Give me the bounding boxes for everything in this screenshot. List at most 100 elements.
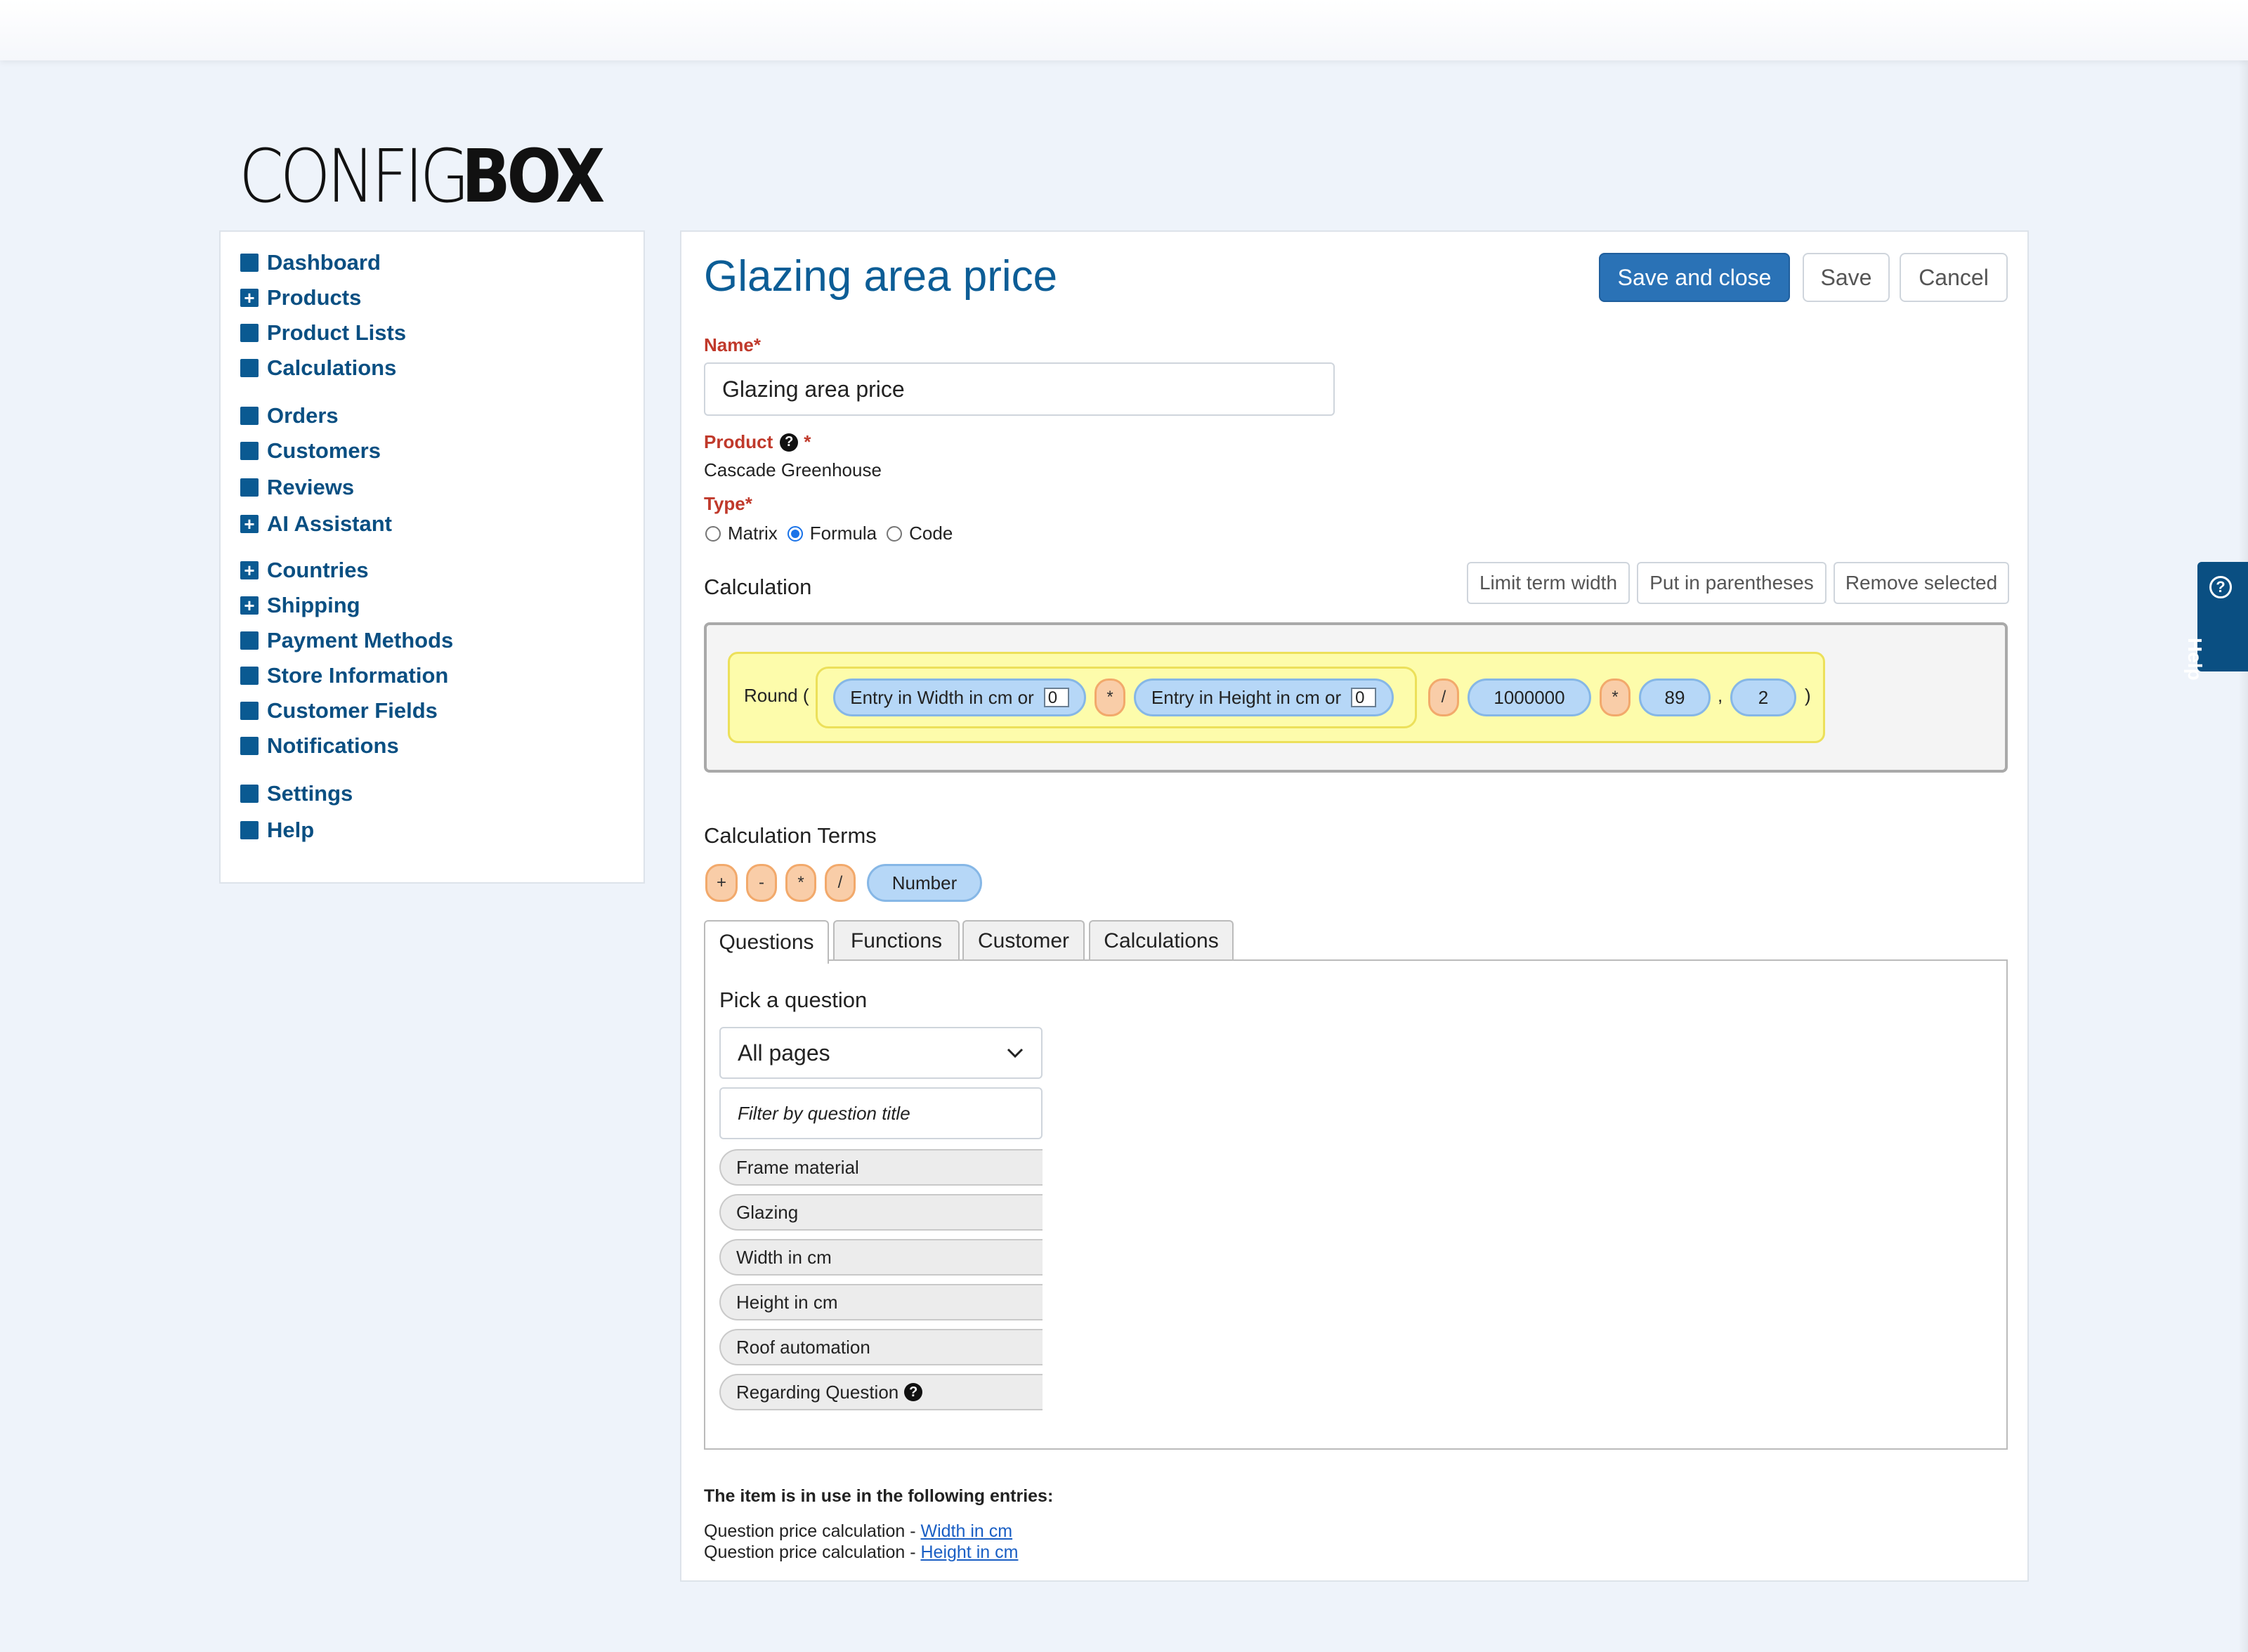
question-item-height[interactable]: Height in cm xyxy=(719,1284,1043,1320)
radio-formula[interactable] xyxy=(787,525,803,542)
logo-part-box: BOX xyxy=(462,133,605,219)
question-item-width[interactable]: Width in cm xyxy=(719,1239,1043,1276)
page-title: Glazing area price xyxy=(704,252,1058,301)
square-icon xyxy=(240,702,259,720)
sidebar-item-store-information[interactable]: Store Information xyxy=(240,660,448,691)
sidebar-item-countries[interactable]: + Countries xyxy=(240,555,369,586)
usage-entry: Question price calculation - Height in c… xyxy=(704,1542,1018,1563)
term-entry-width-default-input[interactable]: 0 xyxy=(1043,688,1069,707)
pick-question-heading: Pick a question xyxy=(719,988,868,1012)
sidebar-item-payment-methods[interactable]: Payment Methods xyxy=(240,625,453,656)
sidebar-item-reviews[interactable]: Reviews xyxy=(240,472,354,503)
sidebar: Dashboard + Products Product Lists Calcul… xyxy=(219,230,645,884)
save-button[interactable]: Save xyxy=(1803,253,1890,302)
round-close-label: ) xyxy=(1805,685,1811,706)
operator-divide[interactable]: / xyxy=(1428,678,1459,716)
usage-entry: Question price calculation - Width in cm xyxy=(704,1521,1012,1542)
question-item-frame-material[interactable]: Frame material xyxy=(719,1149,1043,1186)
usage-link-width[interactable]: Width in cm xyxy=(920,1521,1012,1541)
sidebar-item-label: Countries xyxy=(267,558,369,582)
sidebar-item-shipping[interactable]: + Shipping xyxy=(240,590,360,621)
required-mark: * xyxy=(753,334,761,355)
operator-multiply-2[interactable]: * xyxy=(1600,678,1631,716)
square-icon xyxy=(240,821,259,839)
sidebar-item-settings[interactable]: Settings xyxy=(240,778,353,809)
usage-link-height[interactable]: Height in cm xyxy=(920,1542,1018,1562)
term-number-89[interactable]: 89 xyxy=(1639,678,1711,716)
question-item-glazing[interactable]: Glazing xyxy=(719,1194,1043,1231)
sidebar-item-notifications[interactable]: Notifications xyxy=(240,730,399,761)
type-label: Type* xyxy=(704,493,752,515)
term-operator-divide[interactable]: / xyxy=(825,864,856,902)
put-in-parentheses-button[interactable]: Put in parentheses xyxy=(1637,562,1826,604)
term-entry-width[interactable]: Entry in Width in cm or 0 xyxy=(833,678,1086,716)
operator-multiply[interactable]: * xyxy=(1094,678,1125,716)
square-icon xyxy=(240,442,259,460)
calculation-editor[interactable]: Round ( Entry in Width in cm or 0 * Entry… xyxy=(704,622,2008,773)
sidebar-item-dashboard[interactable]: Dashboard xyxy=(240,247,381,278)
sidebar-item-label: AI Assistant xyxy=(267,511,393,536)
radio-matrix-label: Matrix xyxy=(728,523,778,544)
multiply-group-term[interactable]: Entry in Width in cm or 0 * Entry in Heig… xyxy=(816,667,1417,728)
term-number-2[interactable]: 2 xyxy=(1730,678,1796,716)
term-entry-height[interactable]: Entry in Height in cm or 0 xyxy=(1134,678,1394,716)
term-number[interactable]: Number xyxy=(867,864,982,902)
tab-questions[interactable]: Questions xyxy=(704,920,829,964)
help-side-tab[interactable]: ? Help xyxy=(2184,562,2248,681)
radio-matrix[interactable] xyxy=(705,525,721,542)
round-function-term[interactable]: Round ( Entry in Width in cm or 0 * Entry… xyxy=(728,652,1825,743)
question-item-roof-automation[interactable]: Roof automation xyxy=(719,1329,1043,1365)
square-icon xyxy=(240,324,259,342)
square-icon xyxy=(240,737,259,755)
tab-functions[interactable]: Functions xyxy=(833,920,960,961)
page-select[interactable]: All pages xyxy=(719,1027,1043,1079)
remove-selected-button[interactable]: Remove selected xyxy=(1834,562,2009,604)
tab-calculations[interactable]: Calculations xyxy=(1089,920,1234,961)
type-label-text: Type xyxy=(704,493,745,514)
product-label-text: Product xyxy=(704,431,773,452)
term-operator-minus[interactable]: - xyxy=(746,864,777,902)
sidebar-item-label: Products xyxy=(267,285,362,310)
save-and-close-button[interactable]: Save and close xyxy=(1599,253,1790,302)
sidebar-item-label: Payment Methods xyxy=(267,628,454,653)
question-circle-icon[interactable]: ? xyxy=(904,1383,923,1401)
sidebar-item-help[interactable]: Help xyxy=(240,815,314,846)
question-item-regarding-question[interactable]: Regarding Question ? xyxy=(719,1374,1043,1410)
question-circle-icon[interactable]: ? xyxy=(780,433,799,452)
limit-term-width-button[interactable]: Limit term width xyxy=(1467,562,1630,604)
calculation-label: Calculation xyxy=(704,575,812,599)
sidebar-item-customer-fields[interactable]: Customer Fields xyxy=(240,695,438,726)
square-icon xyxy=(240,631,259,650)
page-select-value: All pages xyxy=(738,1040,830,1066)
sidebar-item-label: Help xyxy=(267,818,315,842)
term-number-1000000[interactable]: 1000000 xyxy=(1468,678,1591,716)
sidebar-item-label: Reviews xyxy=(267,475,355,499)
sidebar-item-customers[interactable]: Customers xyxy=(240,435,381,466)
square-icon xyxy=(240,254,259,272)
product-value: Cascade Greenhouse xyxy=(704,459,882,480)
sidebar-item-ai-assistant[interactable]: + AI Assistant xyxy=(240,509,392,539)
calculation-terms-label: Calculation Terms xyxy=(704,823,877,848)
radio-code[interactable] xyxy=(887,525,903,542)
sidebar-item-label: Customer Fields xyxy=(267,698,438,723)
comma-separator: , xyxy=(1718,685,1723,706)
cancel-button[interactable]: Cancel xyxy=(1900,253,2008,302)
term-entry-height-default-input[interactable]: 0 xyxy=(1351,688,1377,707)
sidebar-item-products[interactable]: + Products xyxy=(240,282,361,313)
required-mark: * xyxy=(745,493,752,514)
sidebar-item-orders[interactable]: Orders xyxy=(240,400,339,431)
top-bar xyxy=(0,0,2248,60)
name-input[interactable] xyxy=(704,362,1335,416)
radio-formula-label: Formula xyxy=(809,523,877,544)
sidebar-item-calculations[interactable]: Calculations xyxy=(240,353,396,383)
term-operator-plus[interactable]: + xyxy=(705,864,738,902)
square-icon xyxy=(240,478,259,497)
required-mark: * xyxy=(804,431,811,452)
term-operator-multiply[interactable]: * xyxy=(785,864,816,902)
sidebar-item-product-lists[interactable]: Product Lists xyxy=(240,317,406,348)
main-panel: Glazing area price Save and close Save C… xyxy=(680,230,2029,1582)
question-filter-input[interactable] xyxy=(719,1087,1043,1139)
help-side-tab-label: Help xyxy=(2184,638,2206,681)
plus-square-icon: + xyxy=(240,561,259,579)
tab-customer[interactable]: Customer xyxy=(962,920,1085,961)
